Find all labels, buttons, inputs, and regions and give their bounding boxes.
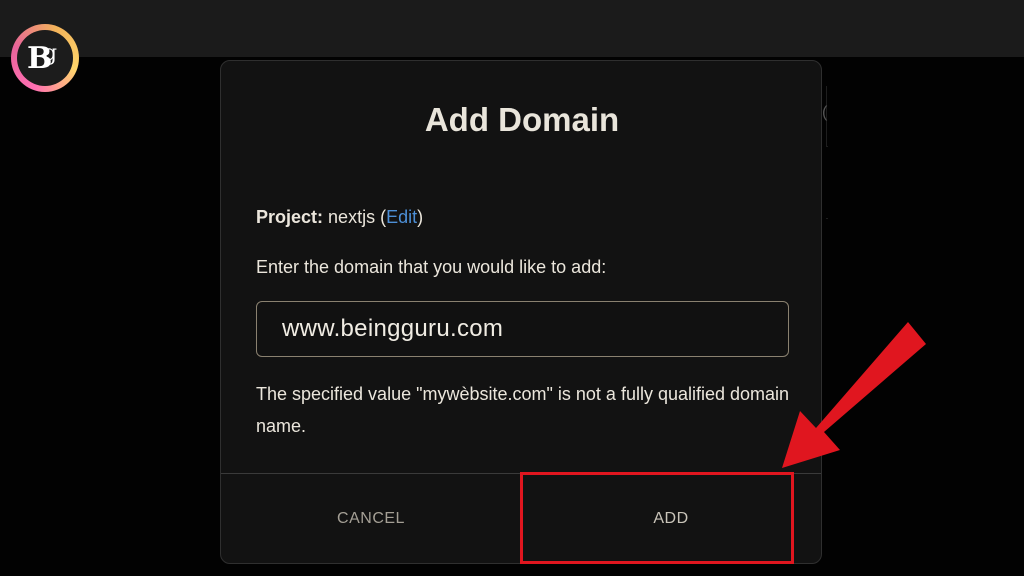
- edit-project-link[interactable]: Edit: [386, 207, 417, 227]
- brand-logo-inner: B g: [17, 30, 73, 86]
- project-line: Project: nextjs (Edit): [256, 205, 423, 229]
- screenshot-page: ( B g Add Domain Project: nextjs (Edit) …: [0, 0, 1024, 576]
- add-domain-dialog: Add Domain Project: nextjs (Edit) Enter …: [220, 60, 822, 564]
- validation-error-message: The specified value "mywèbsite.com" is n…: [256, 384, 790, 436]
- brand-logo: B g: [11, 24, 79, 92]
- background-divider: [826, 146, 828, 147]
- add-button[interactable]: ADD: [521, 474, 821, 564]
- top-bar: [0, 0, 1024, 57]
- background-divider: [826, 218, 828, 219]
- svg-text:g: g: [43, 41, 57, 66]
- project-name: nextjs: [328, 207, 376, 227]
- dialog-title: Add Domain: [424, 101, 620, 138]
- project-close-paren: ): [417, 207, 424, 227]
- project-label: Project:: [256, 207, 324, 227]
- domain-input[interactable]: [256, 301, 789, 357]
- cancel-button[interactable]: CANCEL: [221, 474, 521, 564]
- brand-logo-mark: B g: [27, 41, 57, 76]
- project-open-paren: (: [375, 207, 387, 227]
- domain-prompt: Enter the domain that you would like to …: [256, 257, 607, 277]
